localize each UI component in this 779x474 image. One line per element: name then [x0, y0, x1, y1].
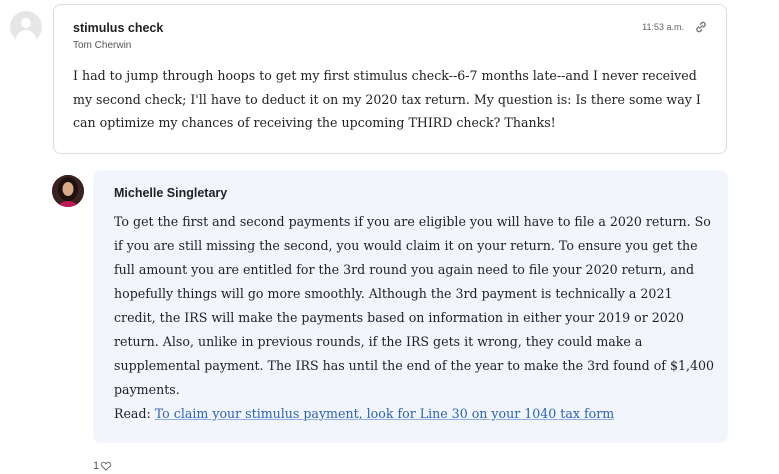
like-counter: 1 [93, 460, 112, 472]
answer-card: Michelle Singletary To get the first and… [93, 170, 728, 443]
avatar-head-shape [21, 18, 31, 28]
anonymous-avatar [10, 11, 42, 43]
like-count: 1 [93, 460, 100, 472]
heart-outline-icon[interactable] [100, 460, 112, 472]
question-timestamp: 11:53 a.m. [642, 22, 684, 32]
question-body: I had to jump through hoops to get my fi… [73, 68, 701, 130]
read-label: Read: [114, 406, 151, 421]
article-link[interactable]: To claim your stimulus payment, look for… [155, 406, 614, 421]
answer-body: To get the first and second payments if … [114, 210, 714, 426]
question-author: Tom Cherwin [73, 40, 132, 51]
avatar-portrait-icon [52, 175, 84, 207]
answer-author-name: Michelle Singletary [114, 186, 228, 200]
answer-text: To get the first and second payments if … [114, 214, 715, 397]
question-title: stimulus check [73, 21, 164, 35]
read-line: Read: To claim your stimulus payment, lo… [114, 402, 714, 426]
avatar-shoulders-shape [16, 30, 36, 43]
link-icon[interactable] [694, 20, 708, 34]
author-avatar-photo [52, 175, 84, 207]
question-card: stimulus check Tom Cherwin 11:53 a.m. I … [53, 4, 727, 154]
